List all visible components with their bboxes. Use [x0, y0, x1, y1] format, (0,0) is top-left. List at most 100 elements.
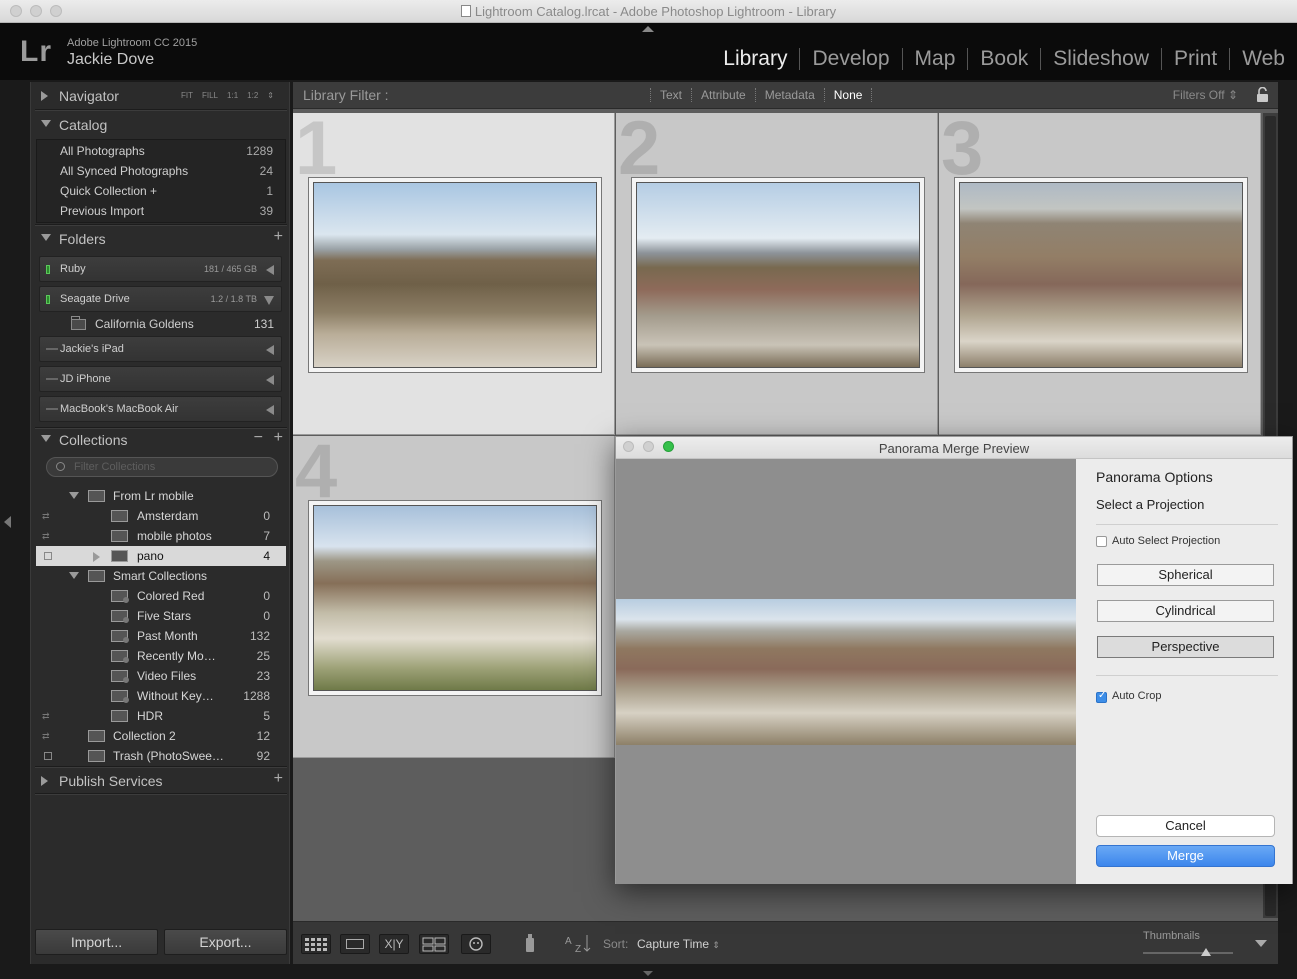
filter-collections-field[interactable]: Filter Collections — [46, 457, 278, 477]
grid-cell-3[interactable]: 3 — [939, 106, 1261, 435]
collection-mobile-photos[interactable]: ⇄ mobile photos 7 — [36, 526, 286, 546]
face-icon — [469, 937, 483, 951]
add-collection-icon[interactable]: + — [274, 429, 283, 447]
thumbnail-size-slider[interactable] — [1143, 952, 1233, 954]
collection-amsterdam[interactable]: ⇄ Amsterdam 0 — [36, 506, 286, 526]
grid-view-button[interactable] — [301, 934, 331, 954]
panorama-merge-dialog: Panorama Merge Preview Panorama Options … — [615, 436, 1293, 884]
catalog-item-count: 24 — [259, 164, 273, 178]
cancel-button[interactable]: Cancel — [1096, 815, 1275, 837]
collection-hdr[interactable]: ⇄ HDR 5 — [36, 706, 286, 726]
module-book[interactable]: Book — [967, 48, 1040, 70]
export-button[interactable]: Export... — [164, 929, 287, 955]
auto-select-projection-checkbox[interactable] — [1096, 536, 1107, 547]
toolbar-content-menu-icon[interactable] — [1255, 940, 1267, 947]
collection-set-from-lr-mobile[interactable]: From Lr mobile — [36, 486, 286, 506]
collapse-arrow-icon[interactable] — [264, 296, 274, 305]
smart-collection-recently-modified[interactable]: Recently Mo… 25 — [36, 646, 286, 666]
spherical-button[interactable]: Spherical — [1097, 564, 1274, 586]
catalog-item-all-photographs[interactable]: All Photographs 1289 — [37, 141, 285, 161]
smart-collection-past-month[interactable]: Past Month 132 — [36, 626, 286, 646]
people-view-button[interactable] — [461, 934, 491, 954]
collection-trash[interactable]: Trash (PhotoSwee… 92 — [36, 746, 286, 766]
loupe-view-button[interactable] — [340, 934, 370, 954]
perspective-button[interactable]: Perspective — [1097, 636, 1274, 658]
sort-direction-icon[interactable]: A Z — [563, 932, 593, 954]
sync-checkbox[interactable] — [44, 552, 52, 560]
volume-macbook-air[interactable]: MacBook's MacBook Air — [39, 396, 282, 422]
filter-presets-dropdown[interactable]: Filters Off ⇕ — [1173, 88, 1238, 102]
catalog-item-previous-import[interactable]: Previous Import 39 — [37, 201, 285, 221]
sync-icon[interactable]: ⇄ — [42, 711, 50, 722]
volume-jd-iphone[interactable]: JD iPhone — [39, 366, 282, 392]
collection-collection-2[interactable]: ⇄ Collection 2 12 — [36, 726, 286, 746]
folder-california-goldens[interactable]: California Goldens 131 — [39, 314, 282, 334]
smart-collection-without-keywords[interactable]: Without Key… 1288 — [36, 686, 286, 706]
catalog-item-all-synced[interactable]: All Synced Photographs 24 — [37, 161, 285, 181]
sync-icon[interactable]: ⇄ — [42, 531, 50, 542]
photo-thumbnail[interactable] — [308, 177, 602, 373]
filter-tab-text[interactable]: Text — [650, 88, 691, 102]
module-library[interactable]: Library — [711, 48, 799, 70]
sync-icon[interactable]: ⇄ — [42, 511, 50, 522]
zoom-fill[interactable]: FILL — [202, 91, 218, 100]
bottom-panel-toggle-icon[interactable] — [643, 971, 653, 976]
spray-can-icon[interactable] — [523, 932, 537, 954]
zoom-fit[interactable]: FIT — [181, 91, 193, 100]
top-panel-toggle-icon[interactable] — [642, 26, 654, 32]
module-develop[interactable]: Develop — [799, 48, 901, 70]
sort-dropdown[interactable]: Capture Time ⇕ — [637, 937, 720, 951]
folders-header[interactable]: Folders + — [31, 226, 291, 252]
collection-pano[interactable]: pano 4 — [36, 546, 286, 566]
grid-cell-2[interactable]: 2 — [616, 106, 938, 435]
expand-arrow-icon[interactable] — [266, 265, 274, 275]
grid-cell-1[interactable]: 1 — [293, 106, 615, 435]
navigator-header[interactable]: Navigator FIT FILL 1:1 1:2 ⇕ — [31, 83, 291, 109]
collection-set-icon — [88, 570, 105, 582]
smart-collection-five-stars[interactable]: Five Stars 0 — [36, 606, 286, 626]
add-publish-service-icon[interactable]: + — [274, 770, 283, 788]
catalog-header[interactable]: Catalog — [31, 112, 291, 138]
collections-header[interactable]: Collections − + — [31, 427, 291, 453]
user-name: Jackie Dove — [67, 51, 155, 68]
zoom-1-1[interactable]: 1:1 — [227, 91, 238, 100]
compare-view-button[interactable]: X|Y — [379, 934, 409, 954]
volume-jackies-ipad[interactable]: Jackie's iPad — [39, 336, 282, 362]
merge-button[interactable]: Merge — [1096, 845, 1275, 867]
remove-collection-icon[interactable]: − — [254, 429, 263, 447]
add-folder-icon[interactable]: + — [274, 228, 283, 246]
publish-services-header[interactable]: Publish Services + — [31, 768, 291, 794]
expand-arrow-icon[interactable] — [266, 405, 274, 415]
filter-tab-metadata[interactable]: Metadata — [754, 88, 824, 102]
catalog-item-label: All Photographs — [60, 144, 145, 158]
volume-seagate-drive[interactable]: Seagate Drive 1.2 / 1.8 TB — [39, 286, 282, 312]
volume-ruby[interactable]: Ruby 181 / 465 GB — [39, 256, 282, 282]
lock-icon[interactable] — [1256, 87, 1269, 103]
zoom-1-2[interactable]: 1:2 — [247, 91, 258, 100]
expand-arrow-icon[interactable] — [266, 345, 274, 355]
grid-cell-4[interactable]: 4 — [293, 429, 615, 758]
sync-icon[interactable]: ⇄ — [42, 731, 50, 742]
cylindrical-button[interactable]: Cylindrical — [1097, 600, 1274, 622]
filter-tab-attribute[interactable]: Attribute — [691, 88, 755, 102]
import-button[interactable]: Import... — [35, 929, 158, 955]
collection-set-smart-collections[interactable]: Smart Collections — [36, 566, 286, 586]
module-map[interactable]: Map — [901, 48, 968, 70]
filter-tab-none[interactable]: None — [823, 88, 873, 102]
smart-collection-video-files[interactable]: Video Files 23 — [36, 666, 286, 686]
photo-thumbnail[interactable] — [631, 177, 925, 373]
smart-collection-colored-red[interactable]: Colored Red 0 — [36, 586, 286, 606]
thumbnail-size-slider-knob[interactable] — [1201, 948, 1211, 956]
photo-thumbnail[interactable] — [954, 177, 1248, 373]
module-web[interactable]: Web — [1229, 48, 1297, 70]
module-print[interactable]: Print — [1161, 48, 1229, 70]
sync-checkbox[interactable] — [44, 752, 52, 760]
module-slideshow[interactable]: Slideshow — [1040, 48, 1161, 70]
photo-thumbnail[interactable] — [308, 500, 602, 696]
auto-crop-checkbox[interactable] — [1096, 690, 1107, 703]
catalog-item-quick-collection[interactable]: Quick Collection + 1 — [37, 181, 285, 201]
expand-arrow-icon[interactable] — [266, 375, 274, 385]
zoom-stepper-icon[interactable]: ⇕ — [267, 91, 274, 100]
left-panel-toggle-icon[interactable] — [4, 516, 11, 528]
survey-view-button[interactable] — [419, 934, 449, 954]
